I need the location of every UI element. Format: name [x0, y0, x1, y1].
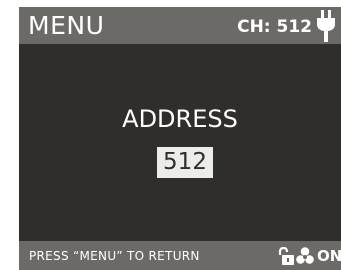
address-label: ADDRESS	[122, 105, 238, 133]
plug-icon	[317, 10, 335, 42]
fan-icon	[296, 247, 314, 264]
header-bar: MENU CH: 512	[19, 7, 341, 44]
channel-readout: CH: 512	[237, 17, 312, 37]
return-hint: PRESS “MENU” TO RETURN	[29, 249, 200, 263]
address-value[interactable]: 512	[157, 147, 213, 178]
footer-bar: PRESS “MENU” TO RETURN ON	[19, 241, 341, 270]
fan-state: ON	[317, 247, 341, 265]
device-display: MENU CH: 512 ADDRESS 512 PRESS “MENU” TO…	[19, 7, 341, 270]
menu-title: MENU	[28, 11, 105, 40]
unlock-icon	[278, 247, 294, 265]
